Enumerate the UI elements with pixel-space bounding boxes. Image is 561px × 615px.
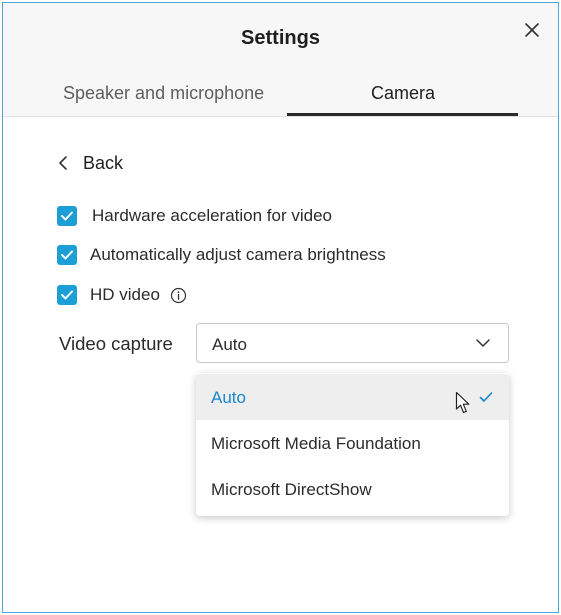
video-capture-select[interactable]: Auto [196, 323, 509, 363]
hardware-acceleration-checkbox[interactable] [57, 206, 77, 226]
video-capture-label: Video capture [59, 333, 173, 354]
chevron-left-icon [59, 156, 67, 170]
dialog-header: Settings Speaker and microphone Camera [3, 3, 558, 117]
checkmark-icon [61, 211, 73, 221]
menu-item-label: Microsoft DirectShow [211, 480, 372, 499]
checkmark-icon [61, 250, 73, 260]
info-icon[interactable] [170, 287, 187, 304]
back-label: Back [83, 152, 124, 173]
chevron-down-icon [476, 339, 490, 347]
menu-item-microsoft-media-foundation[interactable]: Microsoft Media Foundation [196, 420, 509, 466]
hd-video-checkbox[interactable] [57, 285, 77, 305]
menu-item-label: Auto [211, 388, 246, 407]
selected-check-icon [479, 392, 493, 402]
tab-speaker-and-microphone[interactable]: Speaker and microphone [63, 83, 264, 104]
menu-item-auto[interactable]: Auto [196, 374, 509, 420]
auto-brightness-checkbox[interactable] [57, 245, 77, 265]
option-hardware-acceleration: Hardware acceleration for video [57, 204, 332, 228]
settings-dialog: Settings Speaker and microphone Camera B… [2, 2, 559, 613]
hardware-acceleration-label: Hardware acceleration for video [92, 206, 333, 225]
close-icon[interactable] [519, 17, 545, 43]
hd-video-label: HD video [90, 285, 160, 304]
auto-brightness-label: Automatically adjust camera brightness [90, 245, 386, 264]
video-capture-dropdown-menu: Auto Microsoft Media Foundation Microsof… [196, 373, 509, 516]
option-hd-video: HD video [57, 283, 187, 307]
menu-item-label: Microsoft Media Foundation [211, 434, 421, 453]
active-tab-indicator [287, 113, 518, 116]
dialog-title: Settings [241, 27, 320, 49]
tab-camera[interactable]: Camera [371, 83, 435, 104]
mouse-pointer-icon [455, 391, 470, 414]
checkmark-icon [61, 290, 73, 300]
video-capture-selected-value: Auto [212, 335, 247, 354]
option-auto-brightness: Automatically adjust camera brightness [57, 243, 386, 267]
menu-item-microsoft-directshow[interactable]: Microsoft DirectShow [196, 466, 509, 512]
back-button[interactable]: Back [57, 150, 123, 176]
